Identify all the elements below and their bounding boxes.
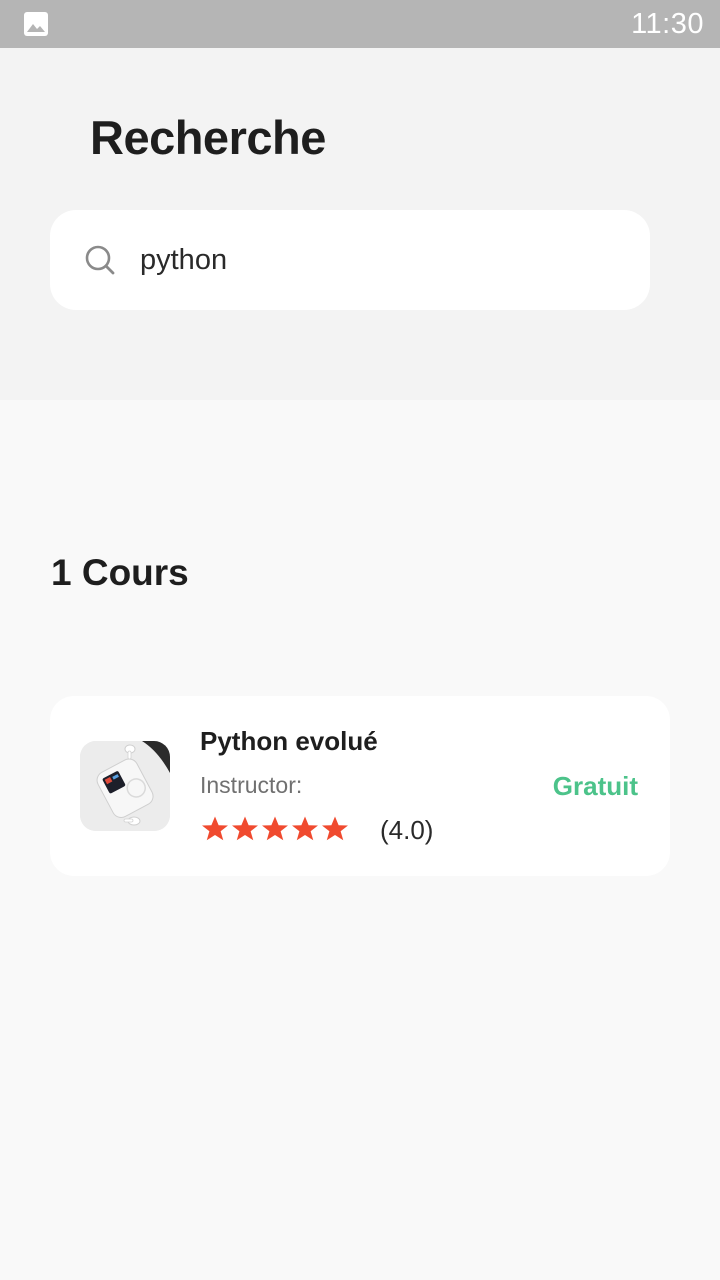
star-icon	[232, 816, 258, 841]
star-icon	[202, 816, 228, 841]
status-time: 11:30	[631, 8, 704, 40]
rating-stars	[200, 814, 350, 844]
search-input[interactable]	[140, 240, 620, 280]
search-icon	[85, 245, 115, 275]
star-icon	[322, 816, 348, 841]
music-player-device-image	[80, 741, 170, 831]
course-thumbnail	[80, 741, 170, 831]
star-icon	[292, 816, 318, 841]
course-price: Gratuit	[552, 771, 638, 801]
course-title: Python evolué	[200, 726, 378, 756]
image-icon	[24, 12, 48, 36]
search-box[interactable]	[50, 210, 650, 310]
page-title: Recherche	[90, 111, 326, 164]
course-instructor-label: Instructor:	[200, 772, 303, 798]
results-count: 1 Cours	[51, 552, 189, 593]
status-bar: 11:30	[0, 0, 720, 48]
star-icon	[262, 816, 288, 841]
rating-value: (4.0)	[380, 815, 434, 845]
search-header: Recherche	[0, 48, 720, 400]
course-card[interactable]: Python evolué Instructor: Gratuit (4.0)	[50, 696, 670, 876]
